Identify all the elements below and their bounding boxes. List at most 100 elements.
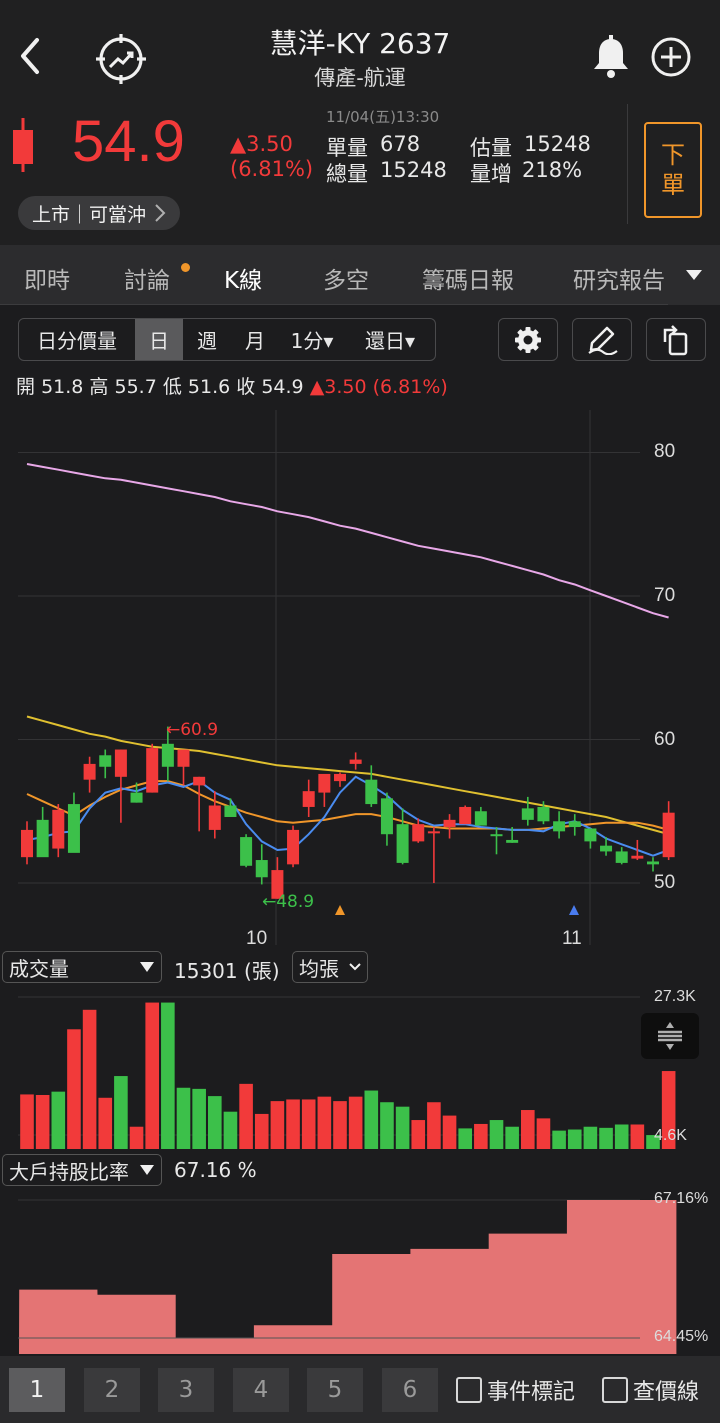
volume-bar	[114, 1076, 128, 1149]
volume-bar	[161, 1002, 175, 1149]
volume-bar	[614, 1124, 629, 1149]
period-selector: 日分價量 日 週 月 1分▾ 還日▾	[18, 318, 436, 361]
candle-body	[553, 821, 566, 832]
candle-body	[334, 773, 346, 782]
adjust-dropdown[interactable]: 還日▾	[345, 319, 435, 360]
candle-body	[161, 743, 174, 767]
candle	[177, 749, 190, 786]
holder-ratio-select[interactable]: 大戶持股比率	[2, 1154, 162, 1186]
settings-gear-icon[interactable]	[498, 318, 558, 361]
period-day[interactable]: 日	[135, 319, 183, 360]
tab-research[interactable]: 研究報告	[573, 261, 668, 295]
candle-body	[21, 829, 33, 858]
candle	[459, 805, 472, 825]
order-button-label-2: 單	[661, 171, 685, 199]
period-month[interactable]: 月	[231, 319, 279, 360]
candle-body	[99, 755, 112, 767]
y-tick-60: 60	[654, 729, 676, 750]
ohlc-change: ▲3.50 (6.81%)	[309, 376, 448, 398]
candle-body	[255, 860, 268, 878]
event-mark-checkbox[interactable]: 事件標記	[456, 1374, 575, 1406]
period-minute-dropdown[interactable]: 1分▾	[279, 319, 345, 360]
volume-bar	[380, 1102, 394, 1149]
candle	[287, 825, 300, 868]
candle	[318, 773, 331, 807]
tab-more-icon[interactable]	[668, 245, 720, 305]
period-week[interactable]: 週	[183, 319, 231, 360]
tab-long-short[interactable]: 多空	[323, 261, 369, 295]
draw-pen-icon[interactable]	[572, 318, 632, 361]
mini-candle-icon	[10, 118, 36, 172]
candle-body	[647, 861, 659, 865]
candle-body	[631, 855, 644, 859]
candle	[99, 749, 112, 779]
candle-body	[615, 851, 628, 863]
candle-body	[146, 748, 159, 793]
page-4-button[interactable]: 4	[233, 1368, 289, 1412]
event-marker-triangle	[569, 905, 579, 915]
candle-body	[349, 759, 362, 764]
candle-body	[302, 791, 315, 807]
volume-bar	[333, 1101, 347, 1149]
volume-indicator-label: 成交量	[9, 956, 69, 981]
panel-resize-icon[interactable]	[641, 1013, 699, 1059]
tab-realtime[interactable]: 即時	[24, 261, 70, 295]
ohlc-readout: 開 51.8 高 55.7 低 51.6 收 54.9 ▲3.50 (6.81%…	[16, 372, 448, 399]
candle-body	[365, 779, 378, 805]
event-mark-box	[456, 1377, 482, 1403]
add-watchlist-icon[interactable]	[648, 34, 694, 80]
candle-body	[208, 805, 221, 830]
candle	[52, 804, 65, 858]
order-button[interactable]: 下 單	[644, 122, 702, 218]
candle-body	[443, 819, 456, 828]
candle-body	[600, 845, 613, 852]
volume-bar	[82, 1009, 97, 1149]
page-2-button[interactable]: 2	[84, 1368, 140, 1412]
candle	[146, 743, 159, 793]
volume-bar	[67, 1029, 81, 1149]
market-status-pill[interactable]: 上市｜可當沖	[18, 196, 181, 230]
price-line-checkbox[interactable]: 查價線	[602, 1374, 699, 1406]
total-volume: 15248	[380, 158, 447, 182]
candle	[114, 749, 127, 823]
candle-body	[459, 806, 472, 825]
price-change: ▲3.50	[230, 132, 293, 156]
tab-kline[interactable]: K線	[224, 261, 262, 295]
tab-discussion[interactable]: 討論	[124, 261, 170, 295]
candle-body	[114, 749, 127, 777]
volume-bar	[364, 1090, 379, 1149]
event-mark-label: 事件標記	[487, 1380, 576, 1405]
candle-body	[537, 806, 550, 822]
last-price: 54.9	[72, 109, 185, 174]
bell-icon[interactable]	[588, 34, 634, 80]
volume-bar	[536, 1118, 551, 1149]
volume-bar	[317, 1096, 332, 1149]
candle-body	[224, 805, 237, 817]
volume-indicator-select[interactable]: 成交量	[2, 951, 162, 983]
holder-y-max: 67.16%	[654, 1190, 709, 1207]
page-3-button[interactable]: 3	[158, 1368, 214, 1412]
volume-bar	[505, 1126, 519, 1149]
candle	[349, 752, 362, 770]
candle-body	[318, 773, 331, 793]
page-1-button[interactable]: 1	[9, 1368, 65, 1412]
y-tick-70: 70	[654, 585, 676, 606]
candle	[21, 821, 33, 865]
tab-chip-daily[interactable]: 籌碼日報	[422, 261, 514, 295]
avg-lot-select[interactable]: 均張	[292, 951, 368, 983]
candle-body	[490, 834, 503, 837]
notification-dot	[181, 263, 190, 272]
rotate-screen-icon[interactable]	[646, 318, 706, 361]
page-5-button[interactable]: 5	[307, 1368, 363, 1412]
avg-lot-label: 均張	[299, 956, 339, 981]
candle-body	[427, 831, 440, 834]
candle-body	[193, 776, 206, 786]
candle	[490, 827, 503, 855]
candle-body	[287, 829, 300, 865]
kline-chart[interactable]	[0, 405, 720, 950]
low-marker: ←48.9	[262, 892, 315, 912]
period-intraday[interactable]: 日分價量	[19, 319, 135, 360]
volume-increase: 218%	[522, 158, 583, 182]
page-6-button[interactable]: 6	[382, 1368, 438, 1412]
x-tick-oct: 10	[246, 928, 268, 949]
